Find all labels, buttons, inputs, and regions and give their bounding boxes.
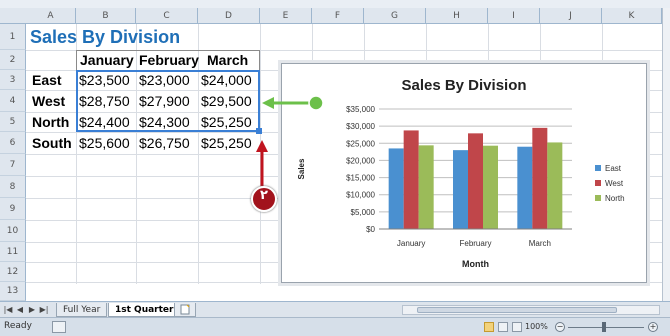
status-ready-text: Ready bbox=[4, 321, 32, 331]
zoom-level[interactable]: 100% bbox=[525, 322, 548, 331]
status-bar: Ready 100% − + bbox=[0, 317, 670, 336]
red-up-arrow bbox=[256, 140, 268, 186]
insert-sheet-icon[interactable] bbox=[174, 303, 196, 317]
next-sheet-icon[interactable]: ▶ bbox=[27, 304, 37, 316]
zoom-slider-thumb[interactable] bbox=[602, 322, 606, 332]
green-pointer-arrow bbox=[262, 95, 324, 111]
green-arrow-head bbox=[262, 97, 274, 109]
green-drag-start-dot bbox=[308, 95, 324, 111]
zoom-out-button[interactable]: − bbox=[555, 322, 565, 332]
horizontal-scroll-thumb[interactable] bbox=[417, 307, 617, 313]
zoom-in-button[interactable]: + bbox=[648, 322, 658, 332]
annotation-layer bbox=[256, 95, 324, 186]
page-break-view-button[interactable] bbox=[512, 322, 522, 332]
sheet-tabs-bar: |◀ ◀ ▶ ▶| Full Year 1st Quarter bbox=[0, 301, 670, 317]
new-sheet-icon bbox=[180, 304, 190, 315]
tab-1st-quarter[interactable]: 1st Quarter bbox=[108, 303, 181, 317]
step-badge: ٢ bbox=[251, 186, 277, 212]
spreadsheet-window: A B C D E F G H I J K 1 2 3 4 5 6 7 8 9 … bbox=[0, 0, 670, 336]
first-sheet-icon[interactable]: |◀ bbox=[3, 304, 13, 316]
last-sheet-icon[interactable]: ▶| bbox=[39, 304, 49, 316]
normal-view-button[interactable] bbox=[484, 322, 494, 332]
horizontal-scrollbar[interactable] bbox=[402, 305, 660, 315]
vertical-scrollbar[interactable] bbox=[662, 8, 670, 301]
zoom-slider[interactable] bbox=[568, 327, 644, 328]
prev-sheet-icon[interactable]: ◀ bbox=[15, 304, 25, 316]
tab-full-year[interactable]: Full Year bbox=[56, 303, 108, 317]
macro-record-icon[interactable] bbox=[52, 321, 66, 333]
page-layout-view-button[interactable] bbox=[498, 322, 508, 332]
red-arrow-head bbox=[256, 140, 268, 152]
